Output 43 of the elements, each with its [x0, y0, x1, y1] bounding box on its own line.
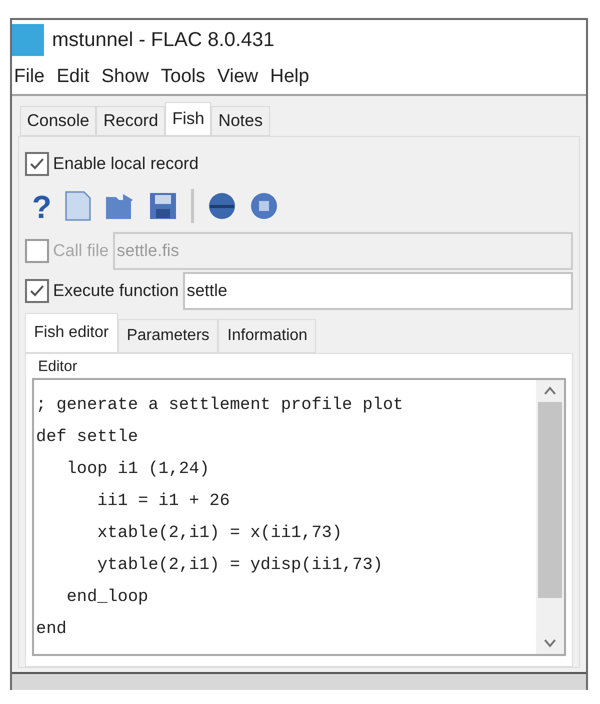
menu-item[interactable]: View	[217, 62, 258, 92]
code-line: ; generate a settlement profile plot	[36, 395, 404, 417]
scroll-down-icon[interactable]	[543, 638, 557, 648]
tab[interactable]: Fish	[165, 102, 212, 136]
scroll-up-icon[interactable]	[543, 386, 557, 396]
code-line: loop i1 (1,24)	[66, 459, 210, 481]
tab[interactable]: Record	[96, 106, 166, 136]
checkmark-icon	[29, 157, 45, 171]
code-line: ytable(2,i1) = ydisp(ii1,73)	[96, 555, 384, 577]
checkbox-label: Call file	[53, 240, 109, 262]
checkbox[interactable]	[25, 152, 49, 176]
code-editor[interactable]: ; generate a settlement profile plot def settle loop i1 (1,24) ii1 = i1 + 26 xtable(2,i1) = x(ii1,73) ytable(2,i1) = ydisp(ii1,73) end_loop end	[32, 378, 566, 656]
menu-item[interactable]: File	[14, 62, 45, 92]
code-line: end_loop	[66, 587, 150, 609]
tab[interactable]: Information	[218, 319, 316, 353]
tab[interactable]: Parameters	[118, 319, 218, 353]
help-icon[interactable]: ?	[31, 191, 51, 221]
checkbox[interactable]	[25, 279, 49, 303]
window-title: mstunnel - FLAC 8.0.431	[52, 28, 274, 53]
sphere-icon[interactable]	[208, 192, 236, 220]
app-icon	[12, 24, 44, 56]
document-icon[interactable]	[65, 191, 91, 221]
tab[interactable]: Notes	[211, 106, 270, 136]
menu-item[interactable]: Tools	[160, 62, 206, 92]
code-line: def settle	[36, 427, 140, 449]
folder-icon[interactable]	[105, 192, 135, 220]
menu-item[interactable]: Edit	[56, 62, 90, 92]
checkbox-label: Enable local record	[53, 153, 199, 176]
stop-icon[interactable]	[250, 192, 278, 220]
checkbox-label: Execute function	[53, 280, 179, 302]
menu-item[interactable]: Show	[101, 62, 149, 92]
code-line: end	[36, 619, 68, 641]
checkmark-icon	[29, 284, 45, 298]
code-line: ii1 = i1 + 26	[96, 491, 231, 513]
tab[interactable]: Console	[20, 106, 96, 136]
menu-item[interactable]: Help	[270, 62, 310, 92]
scrollbar-thumb[interactable]	[538, 402, 562, 598]
tab[interactable]: Fish editor	[25, 313, 118, 353]
code-line: xtable(2,i1) = x(ii1,73)	[96, 523, 344, 545]
save-icon[interactable]	[149, 192, 177, 220]
group-title: Editor	[37, 358, 78, 376]
scrollbar[interactable]	[536, 380, 564, 654]
input-field[interactable]: settle	[182, 272, 573, 310]
